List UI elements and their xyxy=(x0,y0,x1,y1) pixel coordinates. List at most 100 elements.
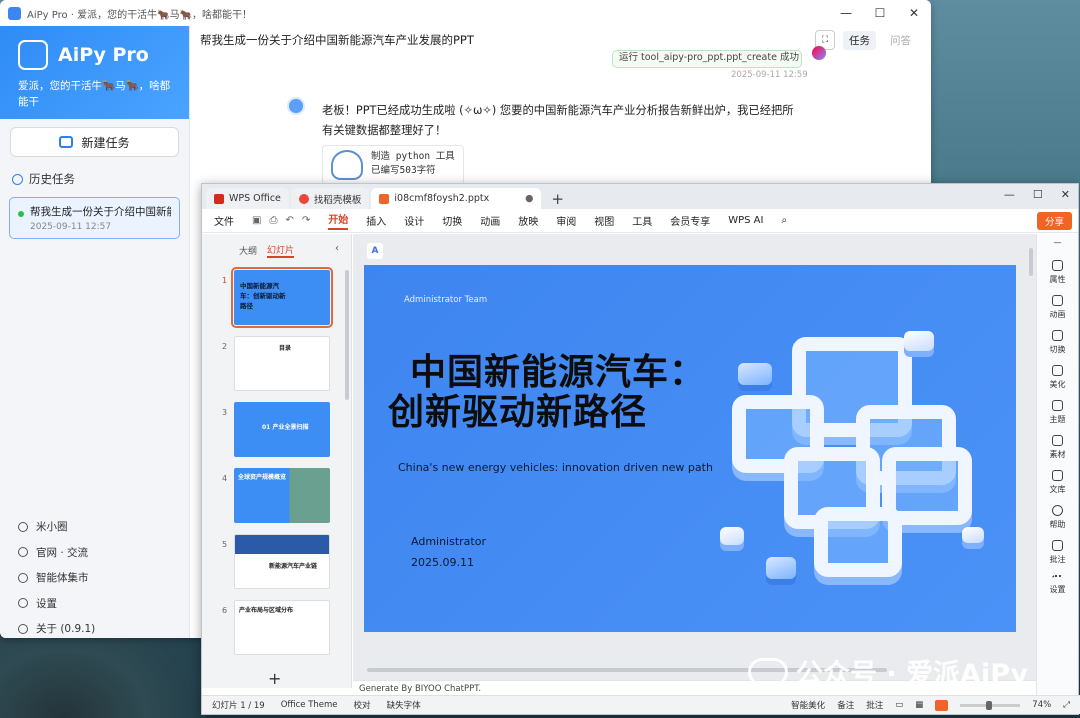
menu-item-settings[interactable]: 设置 xyxy=(18,591,95,617)
current-slide[interactable]: Administrator Team 中国新能源汽车： 创新驱动新路径 Chin… xyxy=(364,265,1016,632)
history-item[interactable]: 帮我生成一份关于介绍中国新能... 2025-09-11 12:57 xyxy=(9,197,180,239)
tab-task[interactable]: 任务 xyxy=(843,30,876,50)
slide-thumb-2[interactable]: 2 目录 xyxy=(202,336,344,394)
new-task-button[interactable]: 新建任务 xyxy=(10,127,179,157)
close-button[interactable]: ✕ xyxy=(897,6,931,20)
tool-beautify[interactable]: 美化 xyxy=(1037,361,1078,396)
small-cube-graphic xyxy=(766,557,796,579)
smart-beautify-button[interactable]: 智能美化 xyxy=(791,699,825,711)
tool-materials[interactable]: 素材 xyxy=(1037,431,1078,466)
slide-subtitle: China's new energy vehicles: innovation … xyxy=(398,461,713,474)
wps-minimize-button[interactable]: — xyxy=(1004,188,1015,201)
menu-review[interactable]: 审阅 xyxy=(556,213,576,228)
slide-thumb-3[interactable]: 3 01 产业全景扫描 xyxy=(202,402,344,460)
menu-insert[interactable]: 插入 xyxy=(366,213,386,228)
tool-status-pill: 运行 tool_aipy-pro_ppt.ppt_create 成功 xyxy=(612,50,802,68)
properties-icon xyxy=(1052,260,1063,271)
tool-theme[interactable]: 主题 xyxy=(1037,396,1078,431)
maximize-button[interactable]: ☐ xyxy=(863,6,897,20)
slide-thumb-5[interactable]: 5 新能源汽车产业链 xyxy=(202,534,344,592)
menu-transition[interactable]: 切换 xyxy=(442,213,462,228)
tab-close-icon[interactable]: ● xyxy=(525,193,533,204)
menu-animation[interactable]: 动画 xyxy=(480,213,500,228)
menu-item-website[interactable]: 官网 · 交流 xyxy=(18,540,95,566)
menu-tools[interactable]: 工具 xyxy=(632,213,652,228)
tool-comments[interactable]: 批注 xyxy=(1037,536,1078,571)
tool-transition[interactable]: 切换 xyxy=(1037,326,1078,361)
menu-slideshow[interactable]: 放映 xyxy=(518,213,538,228)
brand-name: AiPy Pro xyxy=(58,44,149,66)
play-slideshow-button[interactable] xyxy=(935,699,949,711)
info-icon xyxy=(18,623,28,634)
tool-animation[interactable]: 动画 xyxy=(1037,291,1078,326)
tab-qa[interactable]: 问答 xyxy=(884,31,917,50)
right-toolbar-collapse[interactable]: — xyxy=(1037,234,1078,256)
tool-properties[interactable]: 属性 xyxy=(1037,256,1078,291)
menu-item-agent-market[interactable]: 智能体集市 xyxy=(18,565,95,591)
add-slide-button[interactable]: + xyxy=(268,669,281,688)
normal-view-icon[interactable]: ▭ xyxy=(895,700,903,710)
slide-thumb-1[interactable]: 1 中国新能源汽车：创新驱动新路径 xyxy=(202,267,344,328)
right-toolbar: — 属性 动画 切换 美化 主题 素材 文库 帮助 批注 设置 xyxy=(1036,234,1078,696)
tool-library[interactable]: 文库 xyxy=(1037,466,1078,501)
search-icon[interactable]: ⌕ xyxy=(781,215,787,226)
small-cube-graphic xyxy=(962,527,984,543)
small-cube-graphic xyxy=(904,331,934,351)
notes-toggle[interactable]: 备注 xyxy=(837,699,854,711)
slide-thumb-4[interactable]: 4 全球资产规模概览 xyxy=(202,468,344,526)
tab-slides[interactable]: 幻灯片 xyxy=(267,243,295,258)
menu-view[interactable]: 视图 xyxy=(594,213,614,228)
undo-icon[interactable]: ↶ xyxy=(285,215,293,226)
materials-icon xyxy=(1052,435,1063,446)
menu-item-mixiaoquan[interactable]: 米小圈 xyxy=(18,514,95,540)
bot-avatar xyxy=(287,97,305,115)
tool-card[interactable]: 制造 python 工具 已编写503字符 xyxy=(322,145,464,185)
history-item-date: 2025-09-11 12:57 xyxy=(30,222,112,232)
menu-file[interactable]: 文件 xyxy=(214,213,234,228)
print-icon[interactable]: ⎙ xyxy=(269,215,277,226)
panel-scrollbar[interactable] xyxy=(345,270,349,400)
thumb-number: 2 xyxy=(222,342,228,351)
watermark: 公众号 · 爱派AiPy xyxy=(748,652,1028,691)
comments-toggle[interactable]: 批注 xyxy=(866,699,883,711)
brand-header: AiPy Pro 爱派，您的干活牛🐂马🐂，啥都能干 xyxy=(0,26,189,119)
slide-thumb-6[interactable]: 6 产业布局与区域分布 xyxy=(202,600,344,658)
wps-maximize-button[interactable]: ☐ xyxy=(1033,188,1043,201)
new-tab-button[interactable]: + xyxy=(543,188,572,209)
sorter-view-icon[interactable]: ▦ xyxy=(915,700,923,710)
zoom-level[interactable]: 74% xyxy=(1032,700,1051,710)
collapse-panel-icon[interactable]: ‹ xyxy=(335,243,339,254)
tool-help[interactable]: 帮助 xyxy=(1037,501,1078,536)
menu-wps-ai[interactable]: WPS AI xyxy=(728,215,763,226)
new-task-label: 新建任务 xyxy=(81,135,130,150)
thumb-number: 4 xyxy=(222,474,228,483)
tab-pptx-file[interactable]: i08cmf8foysh2.pptx ● xyxy=(371,188,542,209)
gear-icon xyxy=(18,598,28,609)
tab-docer-templates[interactable]: 找稻壳模板 xyxy=(290,188,370,209)
wps-logo-icon xyxy=(214,193,224,204)
menu-home[interactable]: 开始 xyxy=(328,211,349,230)
tab-outline[interactable]: 大纲 xyxy=(239,244,257,257)
ppt-file-icon xyxy=(379,193,390,204)
wps-close-button[interactable]: ✕ xyxy=(1061,188,1070,201)
proofread-button[interactable]: 校对 xyxy=(354,699,371,711)
thumb-number: 6 xyxy=(222,606,228,615)
menu-design[interactable]: 设计 xyxy=(404,213,424,228)
share-button[interactable]: 分享 xyxy=(1036,211,1072,230)
theme-name[interactable]: Office Theme xyxy=(281,700,338,710)
minimize-button[interactable]: — xyxy=(829,6,863,20)
wps-window: WPS Office 找稻壳模板 i08cmf8foysh2.pptx ● + —… xyxy=(201,183,1080,715)
tool-settings[interactable]: 设置 xyxy=(1037,571,1078,606)
fit-window-icon[interactable]: ⤢ xyxy=(1063,700,1070,710)
slide-date: 2025.09.11 xyxy=(411,556,474,569)
quick-access-toolbar: ▣ ⎙ ↶ ↷ xyxy=(252,215,310,226)
save-icon[interactable]: ▣ xyxy=(252,215,261,226)
canvas-v-scrollbar[interactable] xyxy=(1029,248,1033,276)
redo-icon[interactable]: ↷ xyxy=(302,215,310,226)
store-icon xyxy=(18,572,28,583)
missing-font-button[interactable]: 缺失字体 xyxy=(387,699,421,711)
menu-item-about[interactable]: 关于 (0.9.1) xyxy=(18,616,95,638)
menu-member[interactable]: 会员专享 xyxy=(670,213,710,228)
tab-wps-office[interactable]: WPS Office xyxy=(206,188,289,209)
zoom-slider[interactable] xyxy=(960,700,1021,710)
